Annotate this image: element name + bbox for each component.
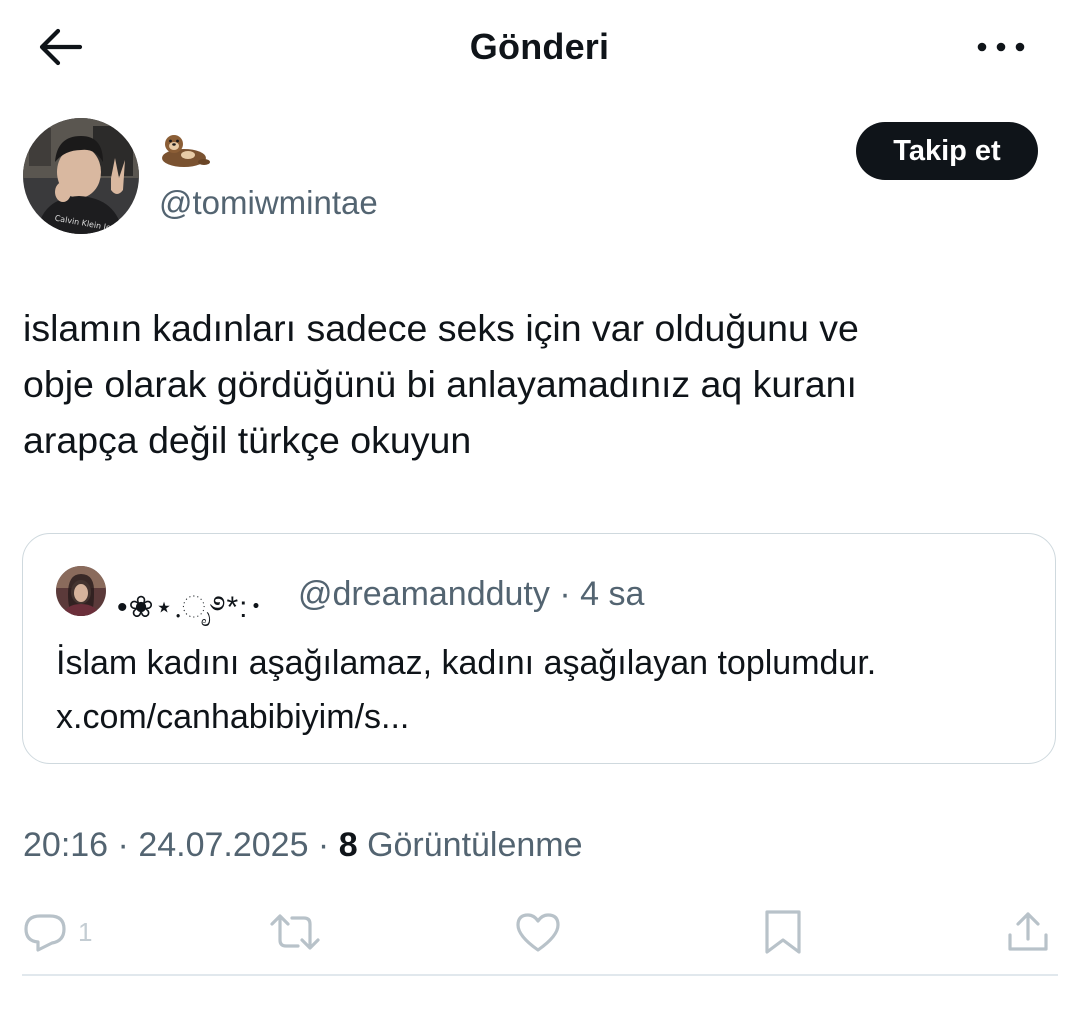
views-label: Görüntülenme (367, 826, 583, 864)
repost-icon (270, 914, 320, 950)
reply-count: 1 (78, 916, 93, 947)
page-title: Gönderi (469, 26, 610, 67)
more-button[interactable] (972, 24, 1032, 70)
post-date: 24.07.2025 (138, 826, 309, 864)
share-icon (1008, 912, 1048, 951)
heart-icon (516, 913, 560, 952)
otter-emoji-icon (158, 128, 212, 172)
quoted-author-handle: @dreamandduty (298, 575, 550, 613)
follow-button[interactable]: Takip et (856, 122, 1038, 180)
author-avatar[interactable]: Calvin Klein Je (23, 118, 139, 234)
quoted-post-time: 4 sa (580, 575, 645, 613)
post-meta: 20:16 · 24.07.2025 · 8 Görüntülenme (23, 826, 583, 864)
share-button[interactable] (1006, 906, 1050, 958)
views-count: 8 (338, 826, 358, 864)
divider (22, 974, 1058, 976)
post-time: 20:16 (23, 826, 109, 864)
quoted-post-text: İslam kadını aşağılamaz, kadını aşağılay… (56, 644, 877, 736)
bookmark-button[interactable] (762, 906, 804, 958)
repost-button[interactable] (268, 906, 322, 958)
reply-icon (24, 914, 66, 952)
like-button[interactable] (514, 906, 562, 958)
bookmark-icon (765, 910, 801, 954)
quoted-author-meta: @dreamandduty · 4 sa (298, 575, 644, 614)
author-handle[interactable]: @tomiwmintae (159, 184, 378, 222)
post-text: islamın kadınları sadece seks için var o… (23, 307, 859, 461)
separator-dot: · (549, 575, 581, 613)
more-horizontal-icon (977, 42, 1025, 52)
quoted-author-avatar[interactable] (56, 566, 106, 616)
reply-button[interactable]: 1 (22, 906, 92, 958)
